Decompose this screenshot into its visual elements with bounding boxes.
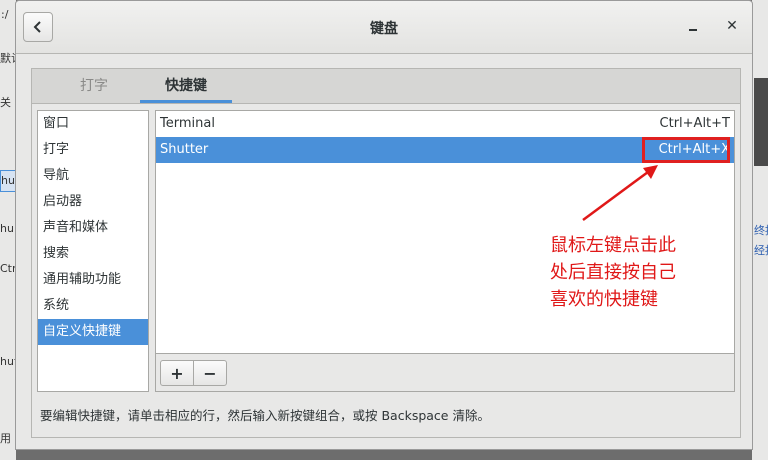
shortcut-name: Terminal: [160, 116, 215, 131]
window-title: 键盘: [370, 21, 398, 37]
tab-typing[interactable]: 打字: [62, 69, 126, 103]
category-item-system[interactable]: 系统: [38, 293, 148, 319]
shortcut-name: Shutter: [160, 137, 209, 164]
keyboard-settings-window: 键盘 ✕ 打字 快捷键 窗口 打字 导航 启动器 声音和媒体 搜索 通用辅助功能…: [15, 0, 753, 450]
category-item-navigation[interactable]: 导航: [38, 163, 148, 189]
annotation-line: 处后直接按自己: [550, 262, 676, 283]
annotation-highlight-box: [642, 137, 730, 163]
tab-bar: 打字 快捷键: [32, 69, 740, 104]
title-bar: 键盘 ✕: [16, 1, 752, 54]
category-item-typing[interactable]: 打字: [38, 137, 148, 163]
close-button[interactable]: ✕: [723, 17, 741, 35]
annotation-line: 鼠标左键点击此: [550, 235, 676, 256]
background-text: :/: [1, 8, 9, 21]
shortcut-row-selected[interactable]: Shutter Ctrl+Alt+X: [156, 137, 734, 164]
category-item-custom-shortcuts[interactable]: 自定义快捷键: [38, 319, 148, 345]
shortcut-row[interactable]: Terminal Ctrl+Alt+T: [156, 111, 734, 137]
background-text: 用: [0, 432, 11, 445]
background-image: [754, 78, 768, 166]
annotation-line: 喜欢的快捷键: [550, 289, 658, 310]
background-text: 经按: [754, 244, 768, 257]
add-shortcut-button[interactable]: +: [160, 360, 194, 386]
background-text: hu: [0, 222, 14, 235]
close-icon: ✕: [726, 18, 738, 34]
category-list: 窗口 打字 导航 启动器 声音和媒体 搜索 通用辅助功能 系统 自定义快捷键: [37, 110, 149, 392]
background-text: hu: [1, 174, 15, 187]
background-window-right: 终按 经按: [752, 0, 768, 460]
help-text: 要编辑快捷键，请单击相应的行，然后输入新按键组合，或按 Backspace 清除…: [40, 408, 490, 423]
background-window-left: :/ 默认 关 hu Ctr hutt 用: [0, 0, 23, 460]
minimize-button[interactable]: [684, 17, 702, 35]
tab-shortcuts[interactable]: 快捷键: [140, 69, 232, 103]
list-toolbar: + −: [155, 354, 735, 392]
category-item-accessibility[interactable]: 通用辅助功能: [38, 267, 148, 293]
category-item-sound-media[interactable]: 声音和媒体: [38, 215, 148, 241]
minimize-icon: [689, 29, 697, 31]
shortcut-accelerator: Ctrl+Alt+T: [659, 116, 730, 131]
annotation-text: 鼠标左键点击此 处后直接按自己 喜欢的快捷键: [550, 232, 720, 313]
category-item-launchers[interactable]: 启动器: [38, 189, 148, 215]
background-text: 终按: [754, 224, 768, 237]
remove-shortcut-button[interactable]: −: [193, 360, 227, 386]
background-text: 关: [0, 96, 11, 109]
background-input: hu: [0, 170, 16, 192]
category-item-search[interactable]: 搜索: [38, 241, 148, 267]
category-item-windows[interactable]: 窗口: [38, 111, 148, 137]
